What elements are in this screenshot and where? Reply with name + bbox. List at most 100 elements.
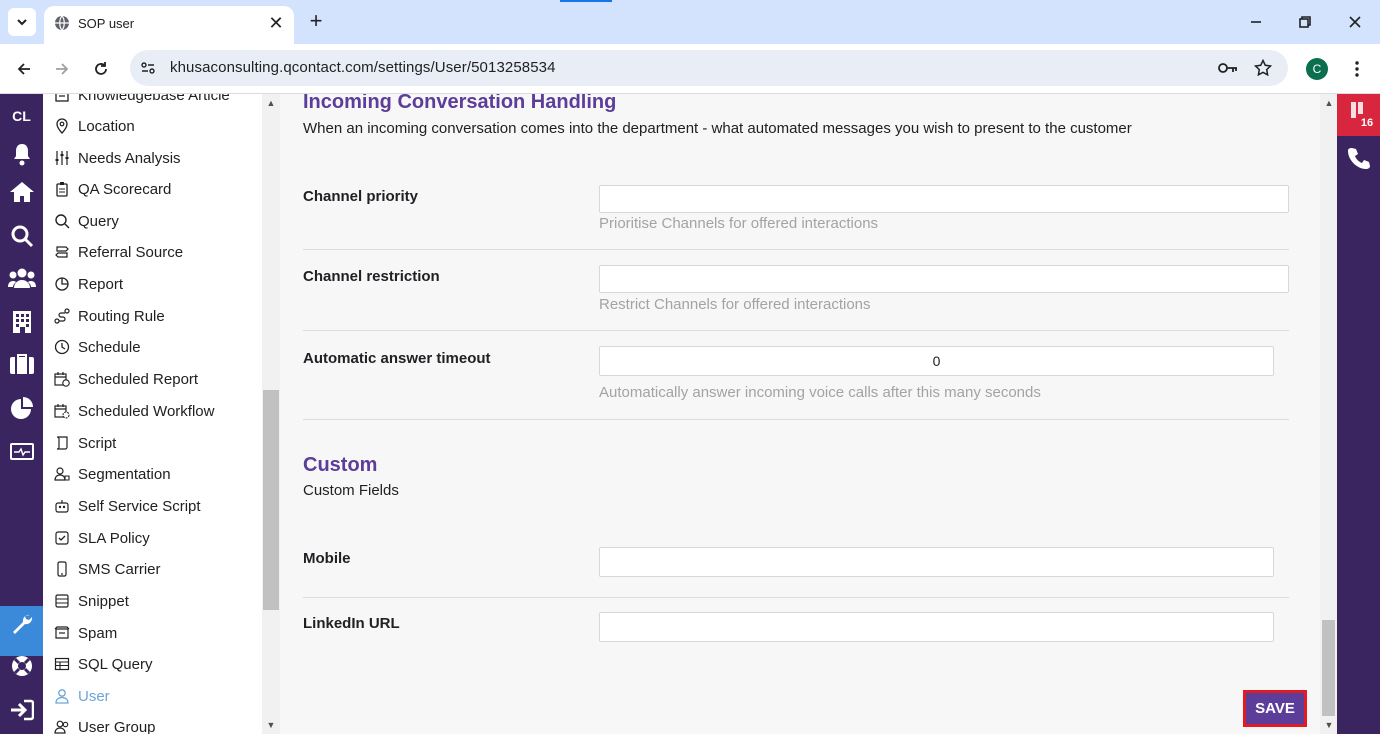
right-rail: 16: [1337, 94, 1380, 734]
sidebar-item-routing-rule[interactable]: Routing Rule: [53, 305, 165, 327]
location-pin-icon: [53, 117, 71, 135]
profile-avatar[interactable]: C: [1306, 58, 1328, 80]
divider: [303, 597, 1289, 598]
channel-priority-label: Channel priority: [303, 188, 419, 205]
script-icon: [53, 434, 71, 452]
incoming-section-description: When an incoming conversation comes into…: [303, 120, 1132, 137]
sidebar-item-label: SQL Query: [78, 655, 153, 673]
sidebar-item-label: Script: [78, 434, 117, 452]
restore-button[interactable]: [1291, 8, 1319, 36]
home-icon[interactable]: [7, 178, 37, 206]
search-icon[interactable]: [7, 222, 37, 250]
auto-answer-timeout-help: Automatically answer incoming voice call…: [599, 384, 1041, 401]
sidebar-item-sql-query[interactable]: SQL Query: [53, 653, 152, 675]
browser-tab-strip: SOP user ✕ +: [0, 0, 1380, 44]
clipboard-icon: [53, 180, 71, 198]
tab-search-button[interactable]: [8, 8, 36, 36]
sidebar-item-segmentation[interactable]: Segmentation: [53, 463, 171, 485]
password-key-icon[interactable]: [1218, 58, 1238, 78]
linkedin-url-input[interactable]: [599, 612, 1274, 642]
people-icon[interactable]: [7, 264, 37, 292]
calendar-gear-icon: [53, 402, 71, 420]
pie-chart-icon[interactable]: [7, 394, 37, 422]
browser-menu-icon[interactable]: [1346, 56, 1368, 82]
new-tab-button[interactable]: +: [304, 10, 328, 34]
wrench-icon[interactable]: [7, 610, 37, 638]
phone-icon[interactable]: [1345, 144, 1373, 172]
channel-priority-help: Prioritise Channels for offered interact…: [599, 215, 879, 232]
page-scroll-down-arrow-icon[interactable]: ▼: [1322, 718, 1336, 732]
users-segment-icon: [53, 465, 71, 483]
lifebuoy-icon[interactable]: [7, 652, 37, 680]
sidebar-item-script[interactable]: Script: [53, 432, 116, 454]
address-bar[interactable]: khusaconsulting.qcontact.com/settings/Us…: [130, 50, 1288, 86]
sidebar-item-referral-source[interactable]: Referral Source: [53, 241, 183, 263]
scroll-down-arrow-icon[interactable]: ▼: [264, 718, 278, 732]
sidebar-item-label: Snippet: [78, 592, 129, 610]
custom-section-description: Custom Fields: [303, 482, 399, 499]
bookmark-star-icon[interactable]: [1253, 58, 1273, 78]
restore-icon: [1299, 16, 1311, 28]
robot-icon: [53, 497, 71, 515]
close-tab-icon[interactable]: ✕: [266, 13, 286, 33]
user-icon: [53, 687, 71, 705]
save-button[interactable]: SAVE: [1246, 693, 1304, 724]
close-window-button[interactable]: [1341, 8, 1369, 36]
sidebar-item-label: Knowledgebase Article: [78, 94, 230, 104]
sidebar-item-schedule[interactable]: Schedule: [53, 336, 141, 358]
search-icon: [53, 212, 71, 230]
calendar-clock-icon: [53, 370, 71, 388]
sidebar-item-knowledgebase-article[interactable]: Knowledgebase Article: [53, 94, 230, 106]
channel-priority-input[interactable]: [599, 185, 1289, 213]
forward-button[interactable]: [48, 55, 76, 83]
sidebar-item-snippet[interactable]: Snippet: [53, 590, 129, 612]
sliders-icon: [53, 149, 71, 167]
sidebar-item-qa-scorecard[interactable]: QA Scorecard: [53, 178, 171, 200]
save-button-highlight: SAVE: [1243, 690, 1307, 727]
scroll-up-arrow-icon[interactable]: ▲: [264, 96, 278, 110]
bell-icon[interactable]: [7, 140, 37, 168]
monitor-icon[interactable]: [7, 438, 37, 466]
auto-answer-timeout-label: Automatic answer timeout: [303, 350, 491, 367]
sidebar-item-scheduled-report[interactable]: Scheduled Report: [53, 368, 198, 390]
channel-restriction-input[interactable]: [599, 265, 1289, 293]
minimize-icon: [1251, 21, 1261, 23]
sidebar-scrollbar-thumb[interactable]: [263, 390, 279, 610]
sidebar-item-label: Self Service Script: [78, 497, 201, 515]
mobile-input[interactable]: [599, 547, 1274, 577]
minimize-button[interactable]: [1242, 8, 1270, 36]
auto-answer-timeout-input[interactable]: 0: [599, 346, 1274, 376]
back-button[interactable]: [10, 55, 38, 83]
sidebar-item-label: Query: [78, 212, 119, 230]
building-icon[interactable]: [7, 308, 37, 336]
sidebar-item-self-service-script[interactable]: Self Service Script: [53, 495, 201, 517]
table-icon: [53, 655, 71, 673]
page-scrollbar-thumb[interactable]: [1322, 620, 1335, 716]
sidebar-item-label: Spam: [78, 624, 118, 642]
reload-button[interactable]: [87, 55, 115, 83]
sidebar-item-user[interactable]: User: [53, 685, 110, 707]
clock-icon: [53, 338, 71, 356]
sidebar-item-query[interactable]: Query: [53, 210, 119, 232]
sidebar-item-sla-policy[interactable]: SLA Policy: [53, 527, 150, 549]
sidebar-item-sms-carrier[interactable]: SMS Carrier: [53, 558, 161, 580]
sidebar-item-scheduled-workflow[interactable]: Scheduled Workflow: [53, 400, 214, 422]
logout-icon[interactable]: [7, 696, 37, 724]
sidebar-item-spam[interactable]: Spam: [53, 622, 117, 644]
sidebar-item-report[interactable]: Report: [53, 273, 123, 295]
page-scroll-up-arrow-icon[interactable]: ▲: [1322, 96, 1336, 110]
browser-tab[interactable]: SOP user ✕: [44, 6, 294, 44]
sidebar-item-label: Scheduled Workflow: [78, 402, 215, 420]
custom-section-title: Custom: [303, 454, 378, 476]
app-logo[interactable]: CL: [0, 108, 43, 124]
globe-icon: [55, 15, 69, 31]
sidebar-item-needs-analysis[interactable]: Needs Analysis: [53, 147, 181, 169]
tab-title: SOP user: [78, 16, 135, 31]
arrow-left-icon: [17, 63, 30, 75]
divider: [303, 249, 1289, 250]
briefcase-icon[interactable]: [7, 350, 37, 378]
site-info-icon[interactable]: [138, 58, 158, 78]
sidebar-item-user-group[interactable]: User Group: [53, 716, 156, 734]
sidebar-item-location[interactable]: Location: [53, 115, 135, 137]
sidebar-item-label: SMS Carrier: [78, 560, 161, 578]
